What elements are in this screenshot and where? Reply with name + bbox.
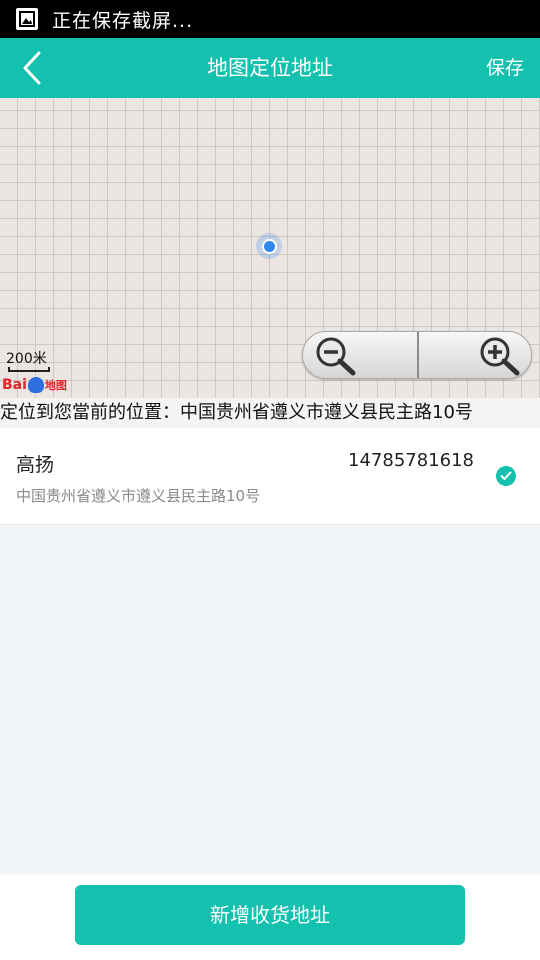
- zoom-out-icon: [316, 337, 356, 376]
- paw-icon: [27, 377, 44, 393]
- baidu-logo: Bai 地图: [2, 377, 67, 393]
- address-list-item[interactable]: 高扬 14785781618 中国贵州省遵义市遵义县民主路10号: [0, 428, 540, 525]
- address-name: 高扬: [16, 454, 55, 476]
- status-bar: 正在保存截屏...: [0, 0, 540, 38]
- page-title: 地图定位地址: [207, 56, 333, 80]
- location-dot-icon: [256, 233, 282, 259]
- chevron-left-icon: [23, 51, 41, 85]
- check-circle-icon[interactable]: [496, 466, 516, 486]
- address-phone: 14785781618: [348, 450, 474, 471]
- footer-bar: 新增收货地址: [0, 875, 540, 960]
- zoom-in-button[interactable]: [419, 332, 531, 378]
- add-address-button[interactable]: 新增收货地址: [75, 885, 465, 945]
- save-button[interactable]: 保存: [486, 38, 524, 98]
- map-scale-bar: [8, 367, 50, 372]
- status-text: 正在保存截屏...: [52, 9, 194, 32]
- zoom-control: [302, 331, 532, 379]
- image-icon: [16, 8, 38, 30]
- map-scale-label: 200米: [6, 351, 47, 367]
- map-view[interactable]: 200米 Bai 地图: [0, 98, 540, 398]
- current-location-text: 定位到您當前的位置：中国贵州省遵义市遵义县民主路10号: [0, 398, 540, 428]
- zoom-in-icon: [480, 337, 520, 376]
- zoom-out-button[interactable]: [303, 332, 419, 378]
- address-detail: 中国贵州省遵义市遵义县民主路10号: [16, 487, 261, 505]
- title-bar: 地图定位地址 保存: [0, 38, 540, 98]
- back-button[interactable]: [10, 46, 54, 90]
